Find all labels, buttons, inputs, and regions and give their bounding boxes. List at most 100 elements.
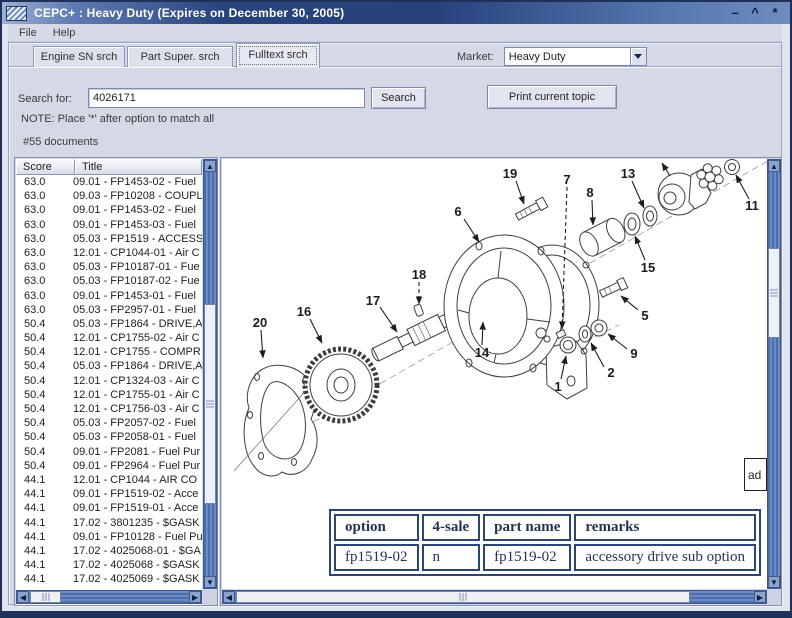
table-row[interactable]: 63.005.03 - FP2957-01 - Fuel bbox=[16, 303, 202, 317]
table-row[interactable]: 50.409.01 - FP2964 - Fuel Pur bbox=[16, 459, 202, 473]
table-row[interactable]: 50.412.01 - CP1755 - COMPR bbox=[16, 345, 202, 359]
callout-number[interactable]: 19 bbox=[503, 166, 517, 181]
callout-number[interactable]: 16 bbox=[297, 304, 311, 319]
table-row[interactable]: 50.409.01 - FP2081 - Fuel Pur bbox=[16, 445, 202, 459]
scroll-thumb[interactable] bbox=[768, 248, 780, 338]
table-row[interactable]: 50.412.01 - CP1755-01 - Air C bbox=[16, 388, 202, 402]
table-row[interactable]: 50.405.03 - FP1864 - DRIVE,A bbox=[16, 317, 202, 331]
callout-number[interactable]: 2 bbox=[607, 365, 614, 380]
table-row[interactable]: 63.009.03 - FP10208 - COUPL bbox=[16, 189, 202, 203]
scroll-thumb[interactable] bbox=[204, 304, 216, 504]
market-dropdown[interactable]: Heavy Duty bbox=[504, 47, 647, 66]
scroll-up-icon[interactable]: ▲ bbox=[204, 160, 216, 172]
title-cell: 17.02 - 3801235 - $GASK bbox=[73, 516, 202, 530]
table-row[interactable]: 44.109.01 - FP10128 - Fuel Pu bbox=[16, 530, 202, 544]
title-cell: 09.01 - FP2081 - Fuel Pur bbox=[73, 445, 202, 459]
callout-arrow bbox=[310, 319, 322, 343]
close-icon[interactable]: * bbox=[768, 6, 782, 20]
note-text: NOTE: Place '*' after option to match al… bbox=[21, 113, 214, 125]
callout-number[interactable]: 15 bbox=[641, 260, 655, 275]
list-horizontal-scrollbar[interactable]: ◀ ▶ bbox=[16, 590, 202, 604]
callout-arrow bbox=[591, 343, 604, 367]
scroll-left-icon[interactable]: ◀ bbox=[223, 591, 235, 603]
search-button[interactable]: Search bbox=[371, 87, 426, 109]
callout-number[interactable]: 7 bbox=[563, 172, 570, 187]
title-cell: 12.01 - CP1044-01 - Air C bbox=[73, 246, 202, 260]
diagram-vertical-scrollbar[interactable]: ▲ ▼ bbox=[767, 159, 781, 589]
score-cell: 44.1 bbox=[16, 544, 73, 558]
table-row[interactable]: 50.412.01 - CP1755-02 - Air C bbox=[16, 331, 202, 345]
scroll-right-icon[interactable]: ▶ bbox=[754, 591, 766, 603]
table-row[interactable]: 44.112.01 - CP1044 - AIR CO bbox=[16, 473, 202, 487]
table-row[interactable]: 44.117.02 - 4025069 - $GASK bbox=[16, 572, 202, 586]
app-window: CEPC+ : Heavy Duty (Expires on December … bbox=[0, 0, 792, 618]
tab-part-super-srch[interactable]: Part Super. srch bbox=[127, 46, 233, 67]
table-row[interactable]: 63.009.01 - FP1453-01 - Fuel bbox=[16, 289, 202, 303]
callout-number[interactable]: 17 bbox=[366, 293, 380, 308]
callout-number[interactable]: 6 bbox=[454, 204, 461, 219]
print-current-topic-button[interactable]: Print current topic bbox=[487, 85, 617, 109]
table-row[interactable]: 50.405.03 - FP2057-02 - Fuel bbox=[16, 416, 202, 430]
callout-arrow bbox=[621, 296, 638, 310]
table-row[interactable]: 50.405.03 - FP1864 - DRIVE,A bbox=[16, 359, 202, 373]
tab-fulltext-srch[interactable]: Fulltext srch bbox=[236, 43, 320, 68]
title-cell: 09.01 - FP1453-02 - Fuel bbox=[73, 175, 202, 189]
callout-number[interactable]: 20 bbox=[253, 315, 267, 330]
parts-diagram: 1978131161551817162014921 option4-salepa… bbox=[222, 159, 767, 589]
list-vertical-scrollbar[interactable]: ▲ ▼ bbox=[203, 159, 217, 589]
info-cell: fp1519-02 bbox=[483, 544, 571, 571]
menu-help[interactable]: Help bbox=[46, 25, 83, 41]
callout-number[interactable]: 9 bbox=[630, 346, 637, 361]
minimize-icon[interactable]: – bbox=[728, 6, 742, 20]
info-column-header: remarks bbox=[574, 514, 756, 541]
title-cell: 12.01 - CP1755-01 - Air C bbox=[73, 388, 202, 402]
score-cell: 63.0 bbox=[16, 218, 73, 232]
table-row[interactable]: 63.009.01 - FP1453-03 - Fuel bbox=[16, 218, 202, 232]
table-row[interactable]: 44.109.01 - FP1519-01 - Acce bbox=[16, 501, 202, 515]
table-row[interactable]: 44.117.02 - 3801235 - $GASK bbox=[16, 516, 202, 530]
table-row[interactable]: 63.009.01 - FP1453-02 - Fuel bbox=[16, 175, 202, 189]
table-row[interactable]: 44.117.02 - 4025068 - $GASK bbox=[16, 558, 202, 572]
callout-number[interactable]: 1 bbox=[554, 379, 561, 394]
scroll-down-icon[interactable]: ▼ bbox=[768, 576, 780, 588]
menu-bar: File Help bbox=[8, 24, 782, 42]
chevron-down-icon bbox=[634, 54, 642, 59]
diagram-horizontal-scrollbar[interactable]: ◀ ▶ bbox=[222, 590, 767, 604]
table-row[interactable]: 63.005.03 - FP10187-01 - Fue bbox=[16, 260, 202, 274]
title-cell: 05.03 - FP10187-01 - Fue bbox=[73, 260, 202, 274]
callout-number[interactable]: 13 bbox=[621, 166, 635, 181]
search-input[interactable] bbox=[88, 88, 365, 108]
callout-number[interactable]: 5 bbox=[641, 308, 648, 323]
scroll-thumb[interactable] bbox=[30, 591, 61, 603]
table-row[interactable]: 63.005.03 - FP1519 - ACCESS bbox=[16, 232, 202, 246]
scroll-down-icon[interactable]: ▼ bbox=[204, 576, 216, 588]
hotspot-label[interactable]: ad bbox=[744, 458, 767, 491]
callout-number[interactable]: 18 bbox=[412, 267, 426, 282]
column-header-score[interactable]: Score bbox=[16, 159, 75, 175]
table-row[interactable]: 63.012.01 - CP1044-01 - Air C bbox=[16, 246, 202, 260]
scroll-left-icon[interactable]: ◀ bbox=[17, 591, 29, 603]
title-cell: 05.03 - FP1864 - DRIVE,A bbox=[73, 317, 202, 331]
table-row[interactable]: 63.009.01 - FP1453-02 - Fuel bbox=[16, 203, 202, 217]
table-row[interactable]: 44.117.02 - 4025068-01 - $GA bbox=[16, 544, 202, 558]
table-row[interactable]: 50.412.01 - CP1324-03 - Air C bbox=[16, 374, 202, 388]
score-cell: 50.4 bbox=[16, 388, 73, 402]
dropdown-button[interactable] bbox=[630, 48, 646, 65]
scroll-thumb[interactable] bbox=[236, 591, 690, 603]
tab-engine-sn-srch[interactable]: Engine SN srch bbox=[33, 46, 125, 67]
scroll-right-icon[interactable]: ▶ bbox=[189, 591, 201, 603]
callout-number[interactable]: 11 bbox=[745, 198, 759, 213]
maximize-icon[interactable]: ^ bbox=[748, 6, 762, 20]
table-row[interactable]: 50.412.01 - CP1756-03 - Air C bbox=[16, 402, 202, 416]
list-header: Score Title bbox=[16, 159, 202, 175]
menu-file[interactable]: File bbox=[12, 25, 44, 41]
callout-number[interactable]: 8 bbox=[586, 185, 593, 200]
scroll-up-icon[interactable]: ▲ bbox=[768, 160, 780, 172]
column-header-title[interactable]: Title bbox=[75, 159, 202, 175]
score-cell: 63.0 bbox=[16, 189, 73, 203]
callout-number[interactable]: 14 bbox=[475, 345, 490, 360]
table-row[interactable]: 63.005.03 - FP10187-02 - Fue bbox=[16, 274, 202, 288]
scrollbar-corner bbox=[767, 590, 781, 605]
table-row[interactable]: 44.109.01 - FP1519-02 - Acce bbox=[16, 487, 202, 501]
table-row[interactable]: 50.405.03 - FP2058-01 - Fuel bbox=[16, 430, 202, 444]
